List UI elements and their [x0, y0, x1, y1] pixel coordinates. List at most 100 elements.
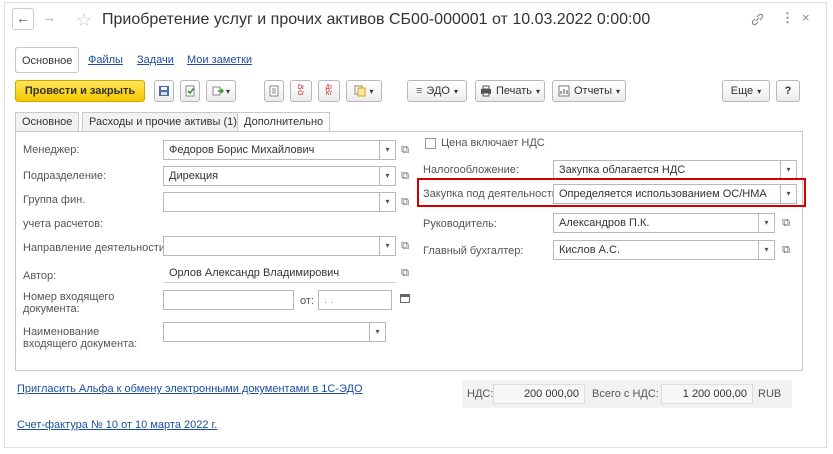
chevron-down-icon: ▾	[786, 189, 791, 198]
author-label: Автор:	[23, 270, 57, 282]
print-label: Печать	[495, 85, 533, 97]
fin-group-label-2: учета расчетов:	[23, 218, 104, 230]
forward-button[interactable]: →	[38, 8, 60, 30]
chevron-down-icon: ▾	[757, 86, 762, 96]
department-open-icon[interactable]: ⧉	[396, 166, 414, 186]
in-doc-name-label: Наименование входящего документа:	[23, 326, 138, 350]
print-button[interactable]: Печать ▾	[475, 80, 545, 102]
drcr-button[interactable]: Dr Cr	[290, 80, 312, 102]
calendar-icon[interactable]	[396, 290, 414, 310]
accountant-dropdown[interactable]: ▾	[759, 240, 775, 260]
journal-icon	[269, 85, 279, 97]
fin-group-dropdown[interactable]: ▾	[380, 192, 396, 212]
currency-label: RUB	[758, 388, 782, 400]
invite-edo-link[interactable]: Пригласить Альфа к обмену электронными д…	[17, 383, 363, 395]
chevron-down-icon: ▾	[369, 86, 374, 96]
vat-value: 200 000,00	[493, 384, 585, 404]
in-doc-date-field[interactable]: . .	[318, 290, 392, 310]
vat-included-checkbox[interactable]	[425, 138, 436, 149]
section-main[interactable]: Основное	[15, 47, 80, 73]
in-doc-num-label: Номер входящего документа:	[23, 291, 115, 315]
head-field[interactable]: Александров П.К.	[553, 213, 759, 233]
page-title: Приобретение услуг и прочих активов СБ00…	[102, 11, 651, 28]
direction-open-icon[interactable]: ⧉	[396, 236, 414, 256]
related-docs-button[interactable]: ▾	[346, 80, 382, 102]
head-dropdown[interactable]: ▾	[759, 213, 775, 233]
chevron-down-icon: ▾	[385, 241, 390, 250]
taxation-dropdown[interactable]: ▾	[781, 160, 797, 180]
accountant-field[interactable]: Кислов А.С.	[553, 240, 759, 260]
taxation-field[interactable]: Закупка облагается НДС	[553, 160, 781, 180]
manager-open-icon[interactable]: ⧉	[396, 140, 414, 160]
fin-group-open-icon[interactable]: ⧉	[396, 192, 414, 212]
chevron-down-icon: ▾	[764, 245, 769, 254]
manager-label: Менеджер:	[23, 144, 80, 156]
author-open-icon[interactable]: ⧉	[396, 263, 414, 283]
tab-main[interactable]: Основное	[15, 112, 80, 132]
head-open-icon[interactable]: ⧉	[777, 213, 795, 233]
edo-icon: ≡	[416, 85, 423, 97]
direction-label: Направление деятельности:	[23, 242, 169, 254]
dtkt-button[interactable]: Дт Кт	[318, 80, 340, 102]
author-field: Орлов Александр Владимирович	[163, 263, 396, 283]
link-icon[interactable]	[751, 13, 764, 29]
dtkt-icon-bottom: Кт	[325, 91, 333, 97]
manager-dropdown[interactable]: ▾	[380, 140, 396, 160]
close-icon[interactable]: ×	[802, 10, 810, 25]
post-document-icon	[185, 85, 195, 97]
reports-button[interactable]: Отчеты ▾	[552, 80, 626, 102]
department-field[interactable]: Дирекция	[163, 166, 380, 186]
department-label: Подразделение:	[23, 170, 107, 182]
printer-icon	[480, 85, 491, 97]
taxation-label: Налогообложение:	[423, 164, 519, 176]
post-button[interactable]	[180, 80, 200, 102]
chevron-down-icon: ▾	[385, 145, 390, 154]
chevron-down-icon: ▾	[616, 86, 621, 96]
reports-label: Отчеты	[573, 85, 612, 97]
purchase-label: Закупка под деятельность:	[423, 188, 561, 200]
arrow-left-icon: ←	[16, 10, 30, 26]
chevron-down-icon: ▾	[385, 171, 390, 180]
purchase-field[interactable]: Определяется использованием ОС/НМА	[553, 184, 781, 204]
head-label: Руководитель:	[423, 218, 497, 230]
invoice-link[interactable]: Счет-фактура № 10 от 10 марта 2022 г.	[17, 419, 217, 431]
chevron-down-icon: ▾	[536, 86, 541, 96]
favorite-star-icon[interactable]: ☆	[76, 10, 92, 31]
reports-icon	[558, 85, 570, 97]
manager-field[interactable]: Федоров Борис Михайлович	[163, 140, 380, 160]
direction-dropdown[interactable]: ▾	[380, 236, 396, 256]
in-doc-name-field[interactable]	[163, 322, 370, 342]
vat-label: НДС:	[467, 388, 494, 400]
save-icon	[159, 86, 169, 96]
arrow-right-icon: →	[42, 9, 56, 25]
edo-label: ЭДО	[426, 85, 450, 97]
drcr-icon-bottom: Cr	[297, 91, 305, 97]
section-files[interactable]: Файлы	[88, 47, 123, 73]
section-my-notes[interactable]: Мои заметки	[187, 47, 252, 73]
tab-expenses[interactable]: Расходы и прочие активы (1)	[82, 112, 244, 132]
chevron-down-icon: ▾	[225, 86, 230, 96]
purchase-dropdown[interactable]: ▾	[781, 184, 797, 204]
vat-included-label: Цена включает НДС	[441, 137, 545, 149]
department-dropdown[interactable]: ▾	[380, 166, 396, 186]
create-based-on-button[interactable]: ▾	[206, 80, 236, 102]
tab-additional[interactable]: Дополнительно	[237, 112, 331, 133]
post-and-close-button[interactable]: Провести и закрыть	[15, 80, 145, 102]
save-button[interactable]	[154, 80, 174, 102]
in-doc-num-field[interactable]	[163, 290, 294, 310]
direction-field[interactable]	[163, 236, 380, 256]
accountant-open-icon[interactable]: ⧉	[777, 240, 795, 260]
section-tasks[interactable]: Задачи	[137, 47, 174, 73]
edo-button[interactable]: ≡ ЭДО ▾	[407, 80, 467, 102]
help-button[interactable]: ?	[776, 80, 800, 102]
journal-button[interactable]	[264, 80, 284, 102]
chevron-down-icon: ▾	[385, 197, 390, 206]
fin-group-field[interactable]	[163, 192, 380, 212]
in-doc-name-dropdown[interactable]: ▾	[370, 322, 386, 342]
more-label: Еще	[730, 85, 754, 97]
more-actions-icon[interactable]: ⋮	[781, 10, 794, 26]
back-button[interactable]: ←	[12, 8, 34, 30]
total-value: 1 200 000,00	[661, 384, 753, 404]
more-button[interactable]: Еще ▾	[722, 80, 770, 102]
create-based-icon	[212, 86, 224, 96]
